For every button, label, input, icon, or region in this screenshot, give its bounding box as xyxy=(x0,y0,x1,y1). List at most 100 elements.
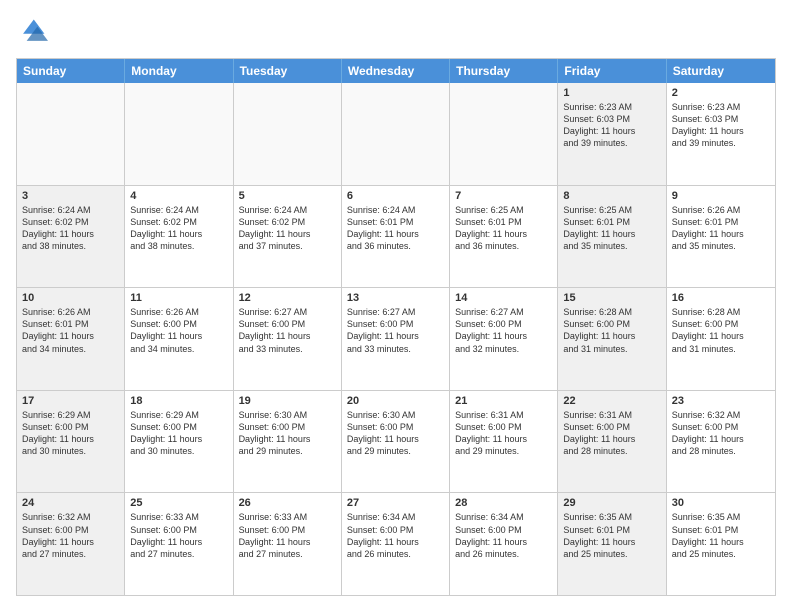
cell-info: Sunrise: 6:26 AM Sunset: 6:00 PM Dayligh… xyxy=(130,306,227,355)
page: SundayMondayTuesdayWednesdayThursdayFrid… xyxy=(0,0,792,612)
cell-info: Sunrise: 6:29 AM Sunset: 6:00 PM Dayligh… xyxy=(22,409,119,458)
calendar-week-0: 1 Sunrise: 6:23 AM Sunset: 6:03 PM Daylig… xyxy=(17,83,775,186)
calendar-cell-2: 2 Sunrise: 6:23 AM Sunset: 6:03 PM Daylig… xyxy=(667,83,775,185)
day-number: 9 xyxy=(672,190,770,202)
header-day-wednesday: Wednesday xyxy=(342,59,450,83)
cell-info: Sunrise: 6:30 AM Sunset: 6:00 PM Dayligh… xyxy=(239,409,336,458)
calendar-cell-8: 8Sunrise: 6:25 AM Sunset: 6:01 PM Daylig… xyxy=(558,186,666,288)
calendar-cell-28: 28 Sunrise: 6:34 AM Sunset: 6:00 PM Dayli… xyxy=(450,493,558,595)
day-number: 20 xyxy=(347,395,444,407)
header-day-saturday: Saturday xyxy=(667,59,775,83)
day-number: 28 xyxy=(455,497,552,509)
calendar-cell-13: 13 Sunrise: 6:27 AM Sunset: 6:00 PM Dayli… xyxy=(342,288,450,390)
day-number: 1 xyxy=(563,87,660,99)
day-number: 23 xyxy=(672,395,770,407)
header-day-monday: Monday xyxy=(125,59,233,83)
cell-info: Sunrise: 6:29 AM Sunset: 6:00 PM Dayligh… xyxy=(130,409,227,458)
day-number: 12 xyxy=(239,292,336,304)
calendar-cell-5: 5 Sunrise: 6:24 AM Sunset: 6:02 PM Daylig… xyxy=(234,186,342,288)
calendar-cell-7: 7 Sunrise: 6:25 AM Sunset: 6:01 PM Daylig… xyxy=(450,186,558,288)
calendar-cell-11: 11 Sunrise: 6:26 AM Sunset: 6:00 PM Dayli… xyxy=(125,288,233,390)
calendar-week-1: 3 Sunrise: 6:24 AM Sunset: 6:02 PM Daylig… xyxy=(17,186,775,289)
day-number: 27 xyxy=(347,497,444,509)
cell-info: Sunrise: 6:28 AM Sunset: 6:00 PM Dayligh… xyxy=(672,306,770,355)
calendar-cell-15: 15 Sunrise: 6:28 AM Sunset: 6:00 PM Dayli… xyxy=(558,288,666,390)
cell-info: Sunrise: 6:28 AM Sunset: 6:00 PM Dayligh… xyxy=(563,306,660,355)
day-number: 30 xyxy=(672,497,770,509)
day-number: 7 xyxy=(455,190,552,202)
cell-info: Sunrise: 6:23 AM Sunset: 6:03 PM Dayligh… xyxy=(672,101,770,150)
calendar-cell-21: 21 Sunrise: 6:31 AM Sunset: 6:00 PM Dayli… xyxy=(450,391,558,493)
calendar-cell-10: 10Sunrise: 6:26 AM Sunset: 6:01 PM Dayli… xyxy=(17,288,125,390)
calendar-cell-30: 30 Sunrise: 6:35 AM Sunset: 6:01 PM Dayli… xyxy=(667,493,775,595)
cell-info: Sunrise: 6:25 AM Sunset: 6:01 PM Dayligh… xyxy=(455,204,552,253)
cell-info: Sunrise: 6:27 AM Sunset: 6:00 PM Dayligh… xyxy=(455,306,552,355)
calendar-cell-empty-0-2 xyxy=(234,83,342,185)
header-day-tuesday: Tuesday xyxy=(234,59,342,83)
cell-info: Sunrise: 6:24 AM Sunset: 6:02 PM Dayligh… xyxy=(130,204,227,253)
header-day-thursday: Thursday xyxy=(450,59,558,83)
cell-info: Sunrise: 6:23 AM Sunset: 6:03 PM Dayligh… xyxy=(563,101,660,150)
calendar-week-2: 10Sunrise: 6:26 AM Sunset: 6:01 PM Dayli… xyxy=(17,288,775,391)
calendar-cell-27: 27 Sunrise: 6:34 AM Sunset: 6:00 PM Dayli… xyxy=(342,493,450,595)
cell-info: Sunrise: 6:26 AM Sunset: 6:01 PM Dayligh… xyxy=(672,204,770,253)
calendar-cell-29: 29Sunrise: 6:35 AM Sunset: 6:01 PM Dayli… xyxy=(558,493,666,595)
day-number: 6 xyxy=(347,190,444,202)
calendar-week-3: 17 Sunrise: 6:29 AM Sunset: 6:00 PM Dayli… xyxy=(17,391,775,494)
calendar-cell-19: 19 Sunrise: 6:30 AM Sunset: 6:00 PM Dayli… xyxy=(234,391,342,493)
calendar-cell-14: 14Sunrise: 6:27 AM Sunset: 6:00 PM Dayli… xyxy=(450,288,558,390)
cell-info: Sunrise: 6:33 AM Sunset: 6:00 PM Dayligh… xyxy=(130,511,227,560)
cell-info: Sunrise: 6:32 AM Sunset: 6:00 PM Dayligh… xyxy=(672,409,770,458)
day-number: 2 xyxy=(672,87,770,99)
day-number: 3 xyxy=(22,190,119,202)
calendar-cell-1: 1 Sunrise: 6:23 AM Sunset: 6:03 PM Daylig… xyxy=(558,83,666,185)
day-number: 15 xyxy=(563,292,660,304)
header-day-friday: Friday xyxy=(558,59,666,83)
day-number: 24 xyxy=(22,497,119,509)
calendar-cell-empty-0-3 xyxy=(342,83,450,185)
calendar-cell-24: 24 Sunrise: 6:32 AM Sunset: 6:00 PM Dayli… xyxy=(17,493,125,595)
calendar: SundayMondayTuesdayWednesdayThursdayFrid… xyxy=(16,58,776,596)
calendar-cell-3: 3 Sunrise: 6:24 AM Sunset: 6:02 PM Daylig… xyxy=(17,186,125,288)
calendar-cell-18: 18 Sunrise: 6:29 AM Sunset: 6:00 PM Dayli… xyxy=(125,391,233,493)
day-number: 18 xyxy=(130,395,227,407)
day-number: 13 xyxy=(347,292,444,304)
day-number: 16 xyxy=(672,292,770,304)
day-number: 19 xyxy=(239,395,336,407)
cell-info: Sunrise: 6:31 AM Sunset: 6:00 PM Dayligh… xyxy=(455,409,552,458)
cell-info: Sunrise: 6:24 AM Sunset: 6:02 PM Dayligh… xyxy=(239,204,336,253)
header xyxy=(16,16,776,48)
day-number: 10 xyxy=(22,292,119,304)
calendar-cell-26: 26 Sunrise: 6:33 AM Sunset: 6:00 PM Dayli… xyxy=(234,493,342,595)
calendar-cell-16: 16 Sunrise: 6:28 AM Sunset: 6:00 PM Dayli… xyxy=(667,288,775,390)
logo xyxy=(16,16,52,48)
day-number: 11 xyxy=(130,292,227,304)
header-day-sunday: Sunday xyxy=(17,59,125,83)
cell-info: Sunrise: 6:31 AM Sunset: 6:00 PM Dayligh… xyxy=(563,409,660,458)
calendar-cell-4: 4 Sunrise: 6:24 AM Sunset: 6:02 PM Daylig… xyxy=(125,186,233,288)
cell-info: Sunrise: 6:24 AM Sunset: 6:02 PM Dayligh… xyxy=(22,204,119,253)
cell-info: Sunrise: 6:27 AM Sunset: 6:00 PM Dayligh… xyxy=(239,306,336,355)
day-number: 17 xyxy=(22,395,119,407)
cell-info: Sunrise: 6:34 AM Sunset: 6:00 PM Dayligh… xyxy=(347,511,444,560)
calendar-cell-empty-0-1 xyxy=(125,83,233,185)
calendar-cell-22: 22Sunrise: 6:31 AM Sunset: 6:00 PM Dayli… xyxy=(558,391,666,493)
cell-info: Sunrise: 6:24 AM Sunset: 6:01 PM Dayligh… xyxy=(347,204,444,253)
day-number: 4 xyxy=(130,190,227,202)
calendar-cell-9: 9 Sunrise: 6:26 AM Sunset: 6:01 PM Daylig… xyxy=(667,186,775,288)
calendar-cell-12: 12 Sunrise: 6:27 AM Sunset: 6:00 PM Dayli… xyxy=(234,288,342,390)
day-number: 26 xyxy=(239,497,336,509)
logo-icon xyxy=(16,16,48,48)
cell-info: Sunrise: 6:32 AM Sunset: 6:00 PM Dayligh… xyxy=(22,511,119,560)
day-number: 21 xyxy=(455,395,552,407)
day-number: 5 xyxy=(239,190,336,202)
cell-info: Sunrise: 6:33 AM Sunset: 6:00 PM Dayligh… xyxy=(239,511,336,560)
calendar-cell-empty-0-4 xyxy=(450,83,558,185)
cell-info: Sunrise: 6:34 AM Sunset: 6:00 PM Dayligh… xyxy=(455,511,552,560)
calendar-header-row: SundayMondayTuesdayWednesdayThursdayFrid… xyxy=(17,59,775,83)
day-number: 8 xyxy=(563,190,660,202)
cell-info: Sunrise: 6:30 AM Sunset: 6:00 PM Dayligh… xyxy=(347,409,444,458)
cell-info: Sunrise: 6:27 AM Sunset: 6:00 PM Dayligh… xyxy=(347,306,444,355)
day-number: 25 xyxy=(130,497,227,509)
cell-info: Sunrise: 6:35 AM Sunset: 6:01 PM Dayligh… xyxy=(672,511,770,560)
